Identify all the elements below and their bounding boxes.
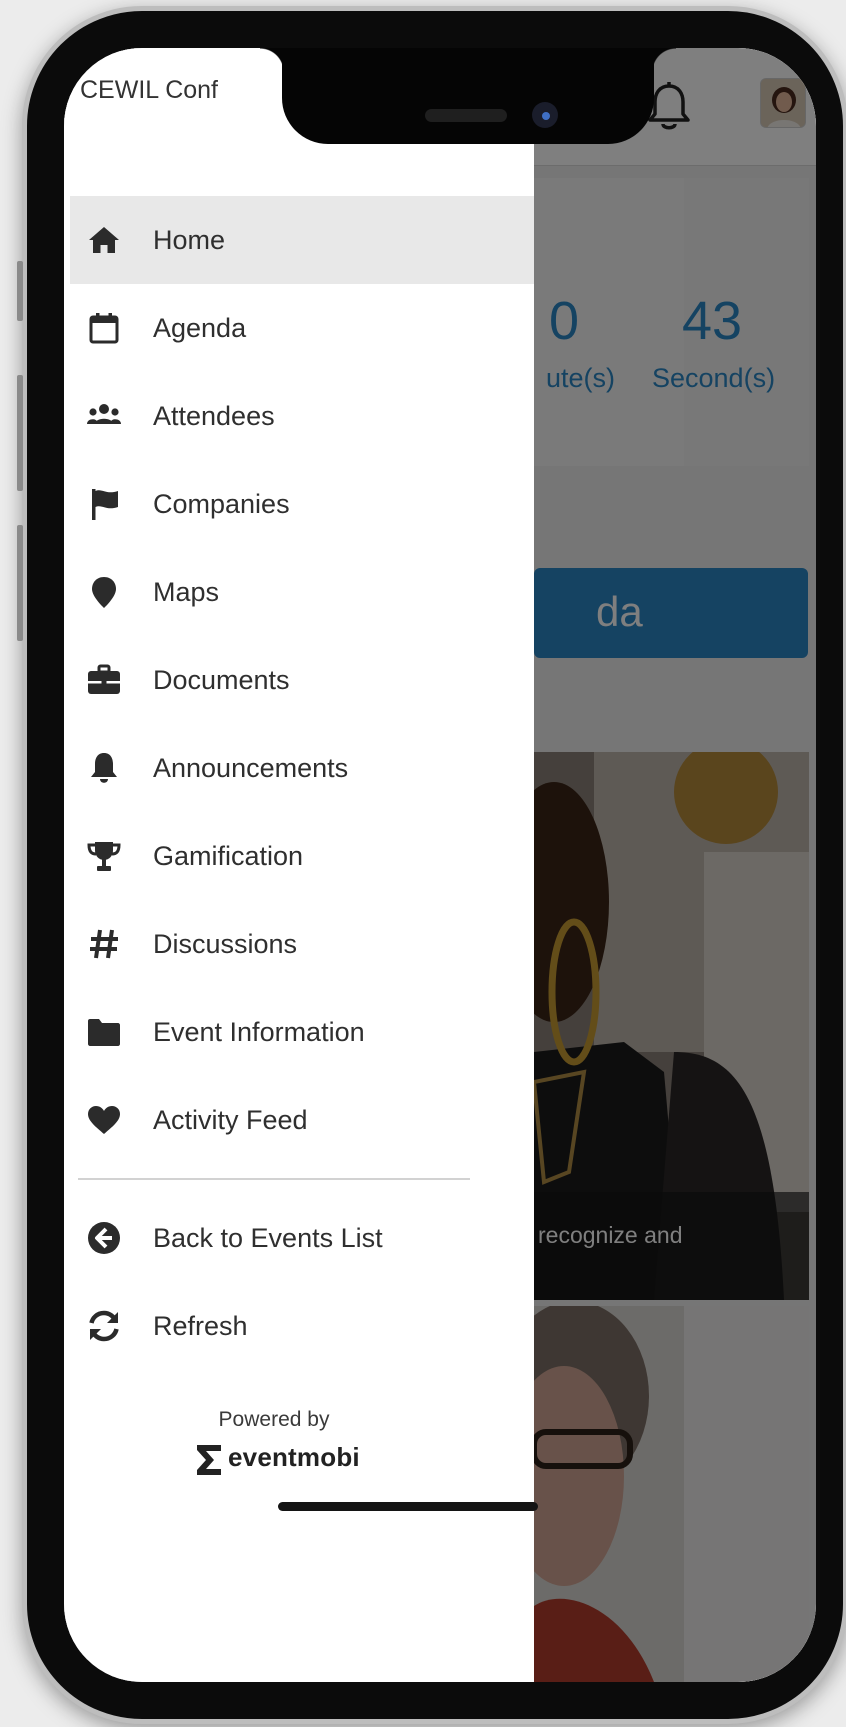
menu-item-discussions[interactable]: Discussions xyxy=(70,900,534,988)
eventmobi-logo: eventmobi xyxy=(194,1440,360,1480)
phone-notch xyxy=(282,48,654,144)
menu-label-announcements: Announcements xyxy=(153,753,349,783)
menu-label-documents: Documents xyxy=(153,665,290,695)
menu-label-maps: Maps xyxy=(153,577,220,607)
arrow-left-circle-icon xyxy=(88,1222,120,1254)
refresh-icon xyxy=(89,1310,119,1342)
home-indicator[interactable] xyxy=(278,1502,538,1511)
menu-item-refresh[interactable]: Refresh xyxy=(70,1282,534,1370)
menu-item-maps[interactable]: Maps xyxy=(70,548,534,636)
menu-item-attendees[interactable]: Attendees xyxy=(70,372,534,460)
hashtag-icon xyxy=(90,929,118,959)
phone-volume-up xyxy=(17,375,23,491)
bell-icon xyxy=(91,753,117,783)
notch-edge-left xyxy=(260,48,284,72)
menu-item-activity-feed[interactable]: Activity Feed xyxy=(70,1076,534,1164)
notch-edge-right xyxy=(652,48,676,72)
menu-label-companies: Companies xyxy=(153,489,290,519)
menu-item-announcements[interactable]: Announcements xyxy=(70,724,534,812)
menu-item-companies[interactable]: Companies xyxy=(70,460,534,548)
folder-icon xyxy=(88,1019,120,1046)
menu-label-home: Home xyxy=(153,225,226,255)
earpiece-speaker xyxy=(425,109,507,122)
phone-mute-switch xyxy=(17,261,23,321)
navigation-drawer: CEWIL Conf Home Agenda Attendees Compani… xyxy=(64,48,534,1682)
menu-item-gamification[interactable]: Gamification xyxy=(70,812,534,900)
device-screen: n: 0 ute(s) 43 Second(s) da recognize an… xyxy=(64,48,816,1682)
trophy-icon xyxy=(87,842,121,871)
menu-label-discussions: Discussions xyxy=(153,929,298,959)
menu-label-activity-feed: Activity Feed xyxy=(153,1105,308,1135)
menu-label-refresh: Refresh xyxy=(153,1311,248,1341)
menu-item-back-to-events[interactable]: Back to Events List xyxy=(70,1194,534,1282)
menu-label-gamification: Gamification xyxy=(153,841,304,871)
powered-by-text: Powered by xyxy=(218,1408,330,1431)
menu-label-back-to-events: Back to Events List xyxy=(153,1223,383,1253)
menu-item-agenda[interactable]: Agenda xyxy=(70,284,534,372)
flag-icon xyxy=(92,489,118,520)
camera-lens xyxy=(542,112,550,120)
eventmobi-sigma-icon xyxy=(197,1445,221,1475)
heart-icon xyxy=(88,1106,120,1134)
briefcase-icon xyxy=(88,664,120,694)
menu-item-event-information[interactable]: Event Information xyxy=(70,988,534,1076)
menu-label-event-information: Event Information xyxy=(153,1017,365,1047)
eventmobi-wordmark: eventmobi xyxy=(228,1442,360,1472)
map-pin-icon xyxy=(92,577,116,608)
menu-item-documents[interactable]: Documents xyxy=(70,636,534,724)
menu-label-attendees: Attendees xyxy=(153,401,275,431)
calendar-icon xyxy=(89,313,119,344)
phone-volume-down xyxy=(17,525,23,641)
menu-item-home[interactable]: Home xyxy=(70,196,534,284)
home-icon xyxy=(89,227,119,253)
menu-label-agenda: Agenda xyxy=(153,313,247,343)
people-icon xyxy=(87,404,121,424)
drawer-event-title: CEWIL Conf xyxy=(80,76,219,104)
drawer-divider xyxy=(78,1178,470,1180)
